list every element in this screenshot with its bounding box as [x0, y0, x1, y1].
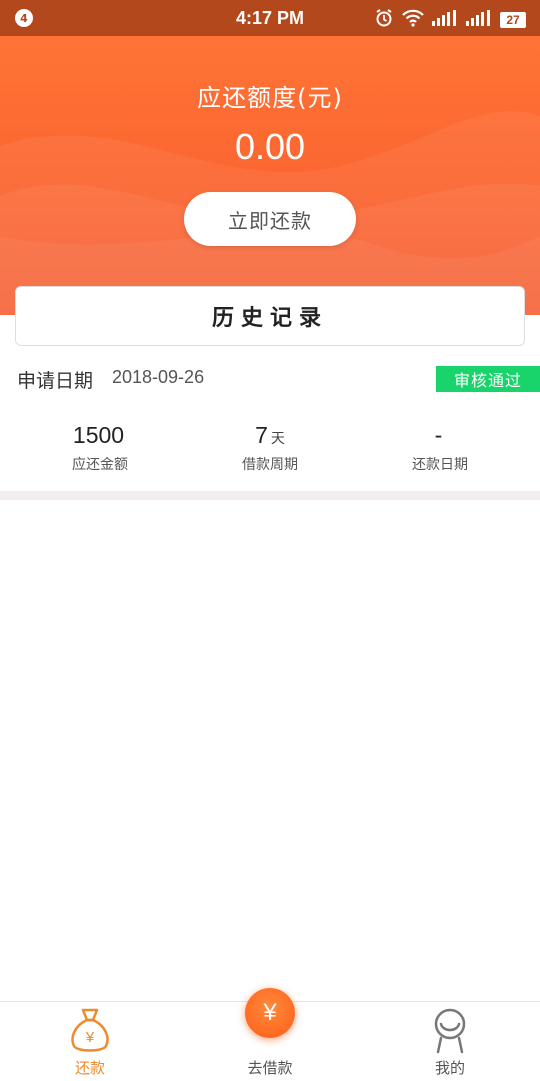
svg-text:¥: ¥	[85, 1029, 95, 1046]
tab-label: 我的	[434, 1059, 465, 1077]
money-bag-icon: ¥	[0, 1006, 180, 1054]
history-records-button[interactable]: 历史记录	[15, 286, 525, 346]
repay-now-button[interactable]: 立即还款	[184, 192, 356, 246]
stat-label: 借款周期	[242, 457, 298, 473]
stat-unit: 天	[270, 431, 285, 447]
stat-due-amount: 1500 应还金额	[10, 420, 190, 474]
apply-date-value: 2018-09-26	[112, 367, 205, 387]
record-header: 申请日期 2018-09-26 审核通过	[17, 364, 540, 394]
stat-value: -	[434, 422, 443, 448]
stat-repay-date: - 还款日期	[350, 420, 530, 474]
signal-icon	[466, 10, 492, 30]
repay-summary-header: 应还额度(元) 0.00 立即还款	[0, 36, 540, 315]
tab-repay[interactable]: ¥ 还款	[0, 1002, 180, 1081]
yuan-icon[interactable]: ¥	[245, 988, 295, 1038]
history-title: 历史记录	[211, 306, 328, 331]
tab-label: 还款	[74, 1059, 105, 1077]
stat-loan-period: 7天 借款周期	[180, 420, 360, 474]
alarm-icon	[374, 8, 394, 32]
stat-value: 1500	[72, 422, 125, 448]
due-amount-value: 0.00	[234, 126, 306, 167]
stat-label: 应还金额	[72, 457, 128, 473]
status-bar: 4 4:17 PM 27	[0, 0, 540, 36]
battery-icon: 27	[500, 12, 526, 28]
status-badge: 审核通过	[436, 366, 540, 392]
wifi-icon	[402, 9, 424, 31]
tab-label: 去借款	[247, 1059, 293, 1077]
stat-value: 7	[255, 422, 268, 448]
due-amount-label: 应还额度(元)	[197, 84, 343, 112]
record-stats: 1500 应还金额 7天 借款周期 - 还款日期	[0, 420, 540, 480]
tab-mine[interactable]: 我的	[360, 1002, 540, 1081]
stat-label: 还款日期	[412, 457, 468, 473]
signal-icon	[432, 10, 458, 30]
apply-date-label: 申请日期	[17, 370, 94, 392]
person-icon	[360, 1006, 540, 1054]
section-divider	[0, 491, 540, 500]
status-icons: 27	[374, 8, 526, 32]
